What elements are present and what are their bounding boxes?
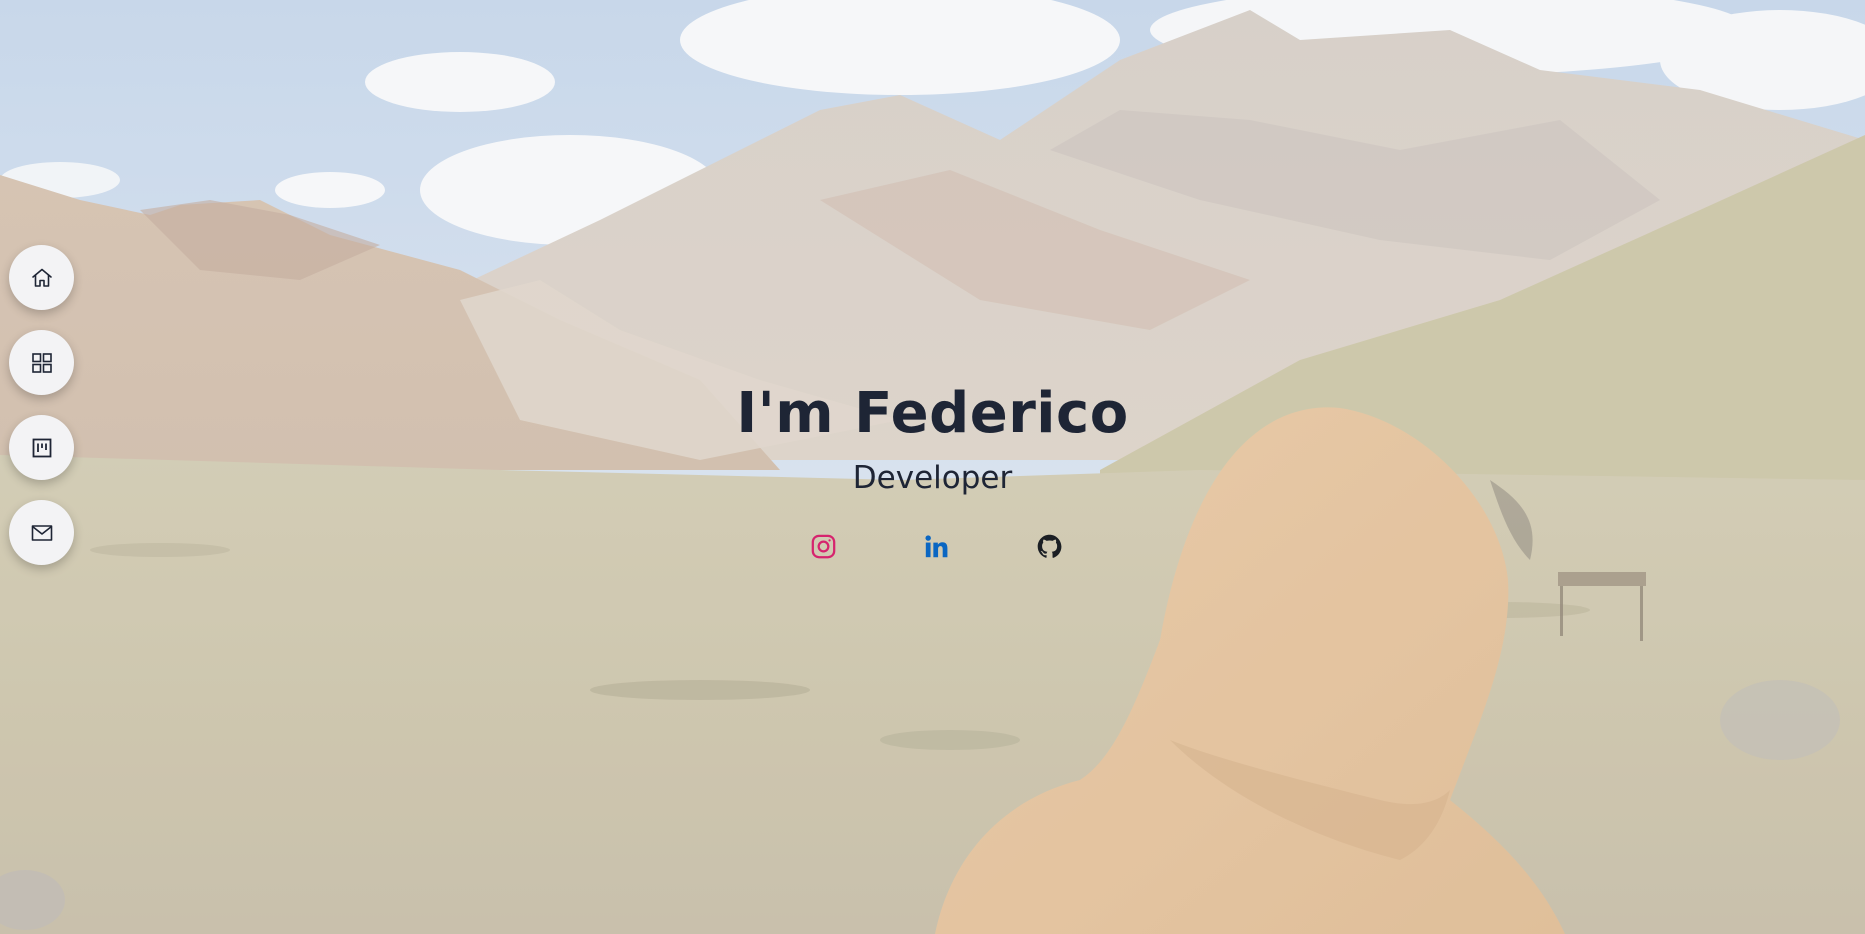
hero-subtitle: Developer xyxy=(852,460,1013,496)
instagram-link[interactable] xyxy=(810,533,837,560)
hero-content: I'm Federico Developer xyxy=(0,380,1865,498)
hero-title: I'm Federico xyxy=(736,381,1129,446)
hero-section: I'm Federico Developer xyxy=(0,0,1865,934)
home-icon xyxy=(31,268,52,287)
github-icon xyxy=(1037,534,1062,558)
nav-home-button[interactable] xyxy=(9,245,74,310)
github-link[interactable] xyxy=(1036,533,1063,560)
linkedin-icon xyxy=(925,535,948,558)
social-links xyxy=(0,533,1865,560)
linkedin-link[interactable] xyxy=(923,533,950,560)
grid-icon xyxy=(31,352,52,373)
instagram-icon xyxy=(811,534,836,559)
